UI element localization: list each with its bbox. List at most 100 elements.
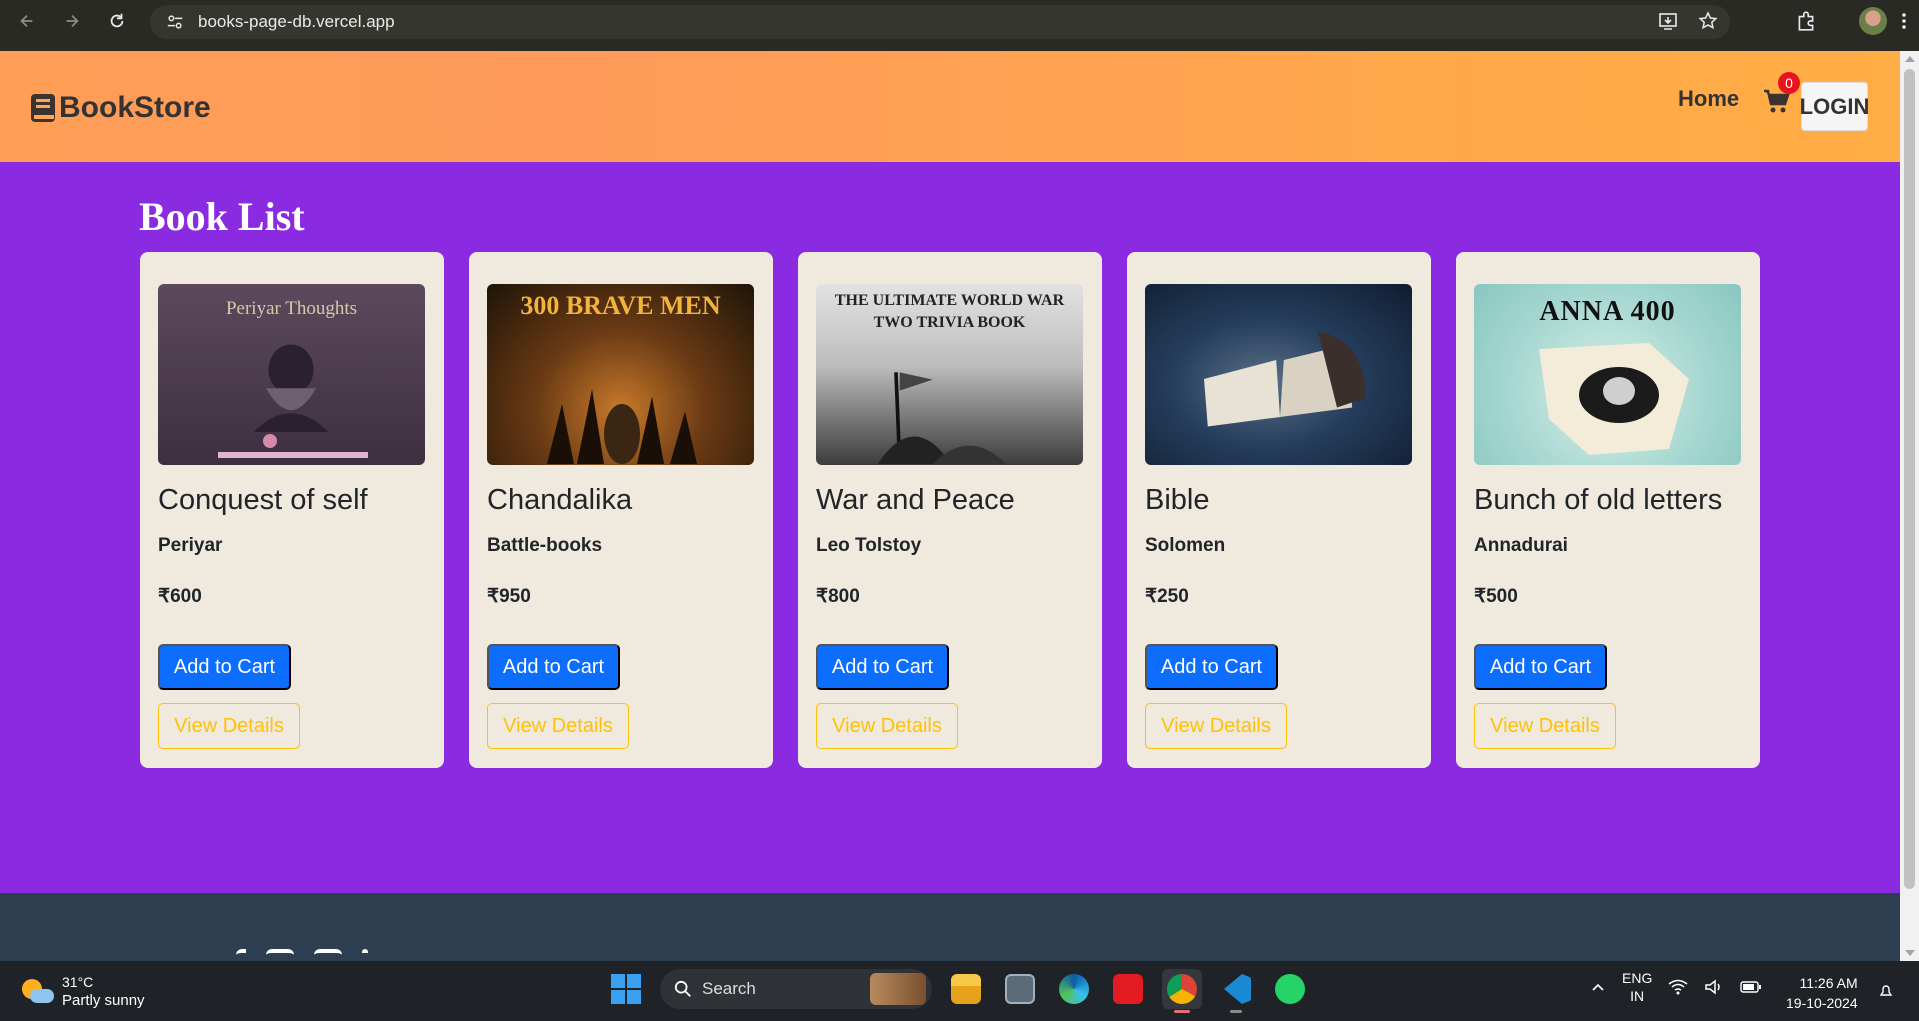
- book-price: ₹250: [1145, 586, 1189, 607]
- vscode-icon[interactable]: [1216, 969, 1256, 1013]
- book-title: Conquest of self: [158, 484, 368, 516]
- search-highlight-image: [870, 973, 926, 1005]
- taskbar-search[interactable]: Search: [660, 969, 932, 1009]
- page-scrollbar[interactable]: [1900, 51, 1919, 961]
- login-button[interactable]: LOGIN: [1800, 82, 1869, 131]
- book-cover-image[interactable]: [1145, 284, 1412, 465]
- book-author: Annadurai: [1474, 535, 1568, 556]
- book-card: Bible Solomen ₹250 Add to Cart View Deta…: [1127, 252, 1431, 768]
- linkedin-icon[interactable]: [362, 949, 368, 961]
- windows-taskbar: 31°C Partly sunny Search ENG IN 11:26 AM…: [0, 961, 1919, 1021]
- book-card: THE ULTIMATE WORLD WAR TWO TRIVIA BOOK W…: [798, 252, 1102, 768]
- view-details-button[interactable]: View Details: [1145, 703, 1287, 749]
- book-title: Bunch of old letters: [1474, 484, 1723, 516]
- book-cover-image[interactable]: Periyar Thoughts: [158, 284, 425, 465]
- view-details-button[interactable]: View Details: [158, 703, 300, 749]
- more-menu-icon[interactable]: [1901, 11, 1907, 31]
- battery-icon[interactable]: [1740, 981, 1762, 993]
- page-title: Book List: [139, 194, 305, 239]
- book-card: Periyar Thoughts Conquest of self Periya…: [140, 252, 444, 768]
- facebook-icon[interactable]: [236, 949, 246, 961]
- instagram-icon[interactable]: [314, 949, 342, 961]
- weather-widget[interactable]: 31°C Partly sunny: [20, 973, 145, 1011]
- book-list: Periyar Thoughts Conquest of self Periya…: [140, 252, 1760, 768]
- social-links: [236, 949, 368, 961]
- warrior-illustration: [547, 389, 697, 464]
- book-author: Periyar: [158, 535, 223, 556]
- book-author: Leo Tolstoy: [816, 535, 922, 556]
- cover-title-text: 300 BRAVE MEN: [520, 291, 721, 320]
- portrait-illustration: [253, 344, 329, 432]
- volume-icon[interactable]: [1704, 979, 1724, 995]
- scroll-down-icon[interactable]: [1905, 950, 1915, 956]
- cover-title-text: THE ULTIMATE WORLD WAR TWO TRIVIA BOOK: [834, 292, 1065, 331]
- open-bible-illustration: [1204, 331, 1366, 427]
- system-clock[interactable]: 11:26 AM 19-10-2024: [1786, 973, 1858, 1013]
- search-icon: [674, 980, 691, 997]
- browser-toolbar: books-page-db.vercel.app: [0, 0, 1919, 51]
- file-explorer-icon[interactable]: [946, 969, 986, 1009]
- add-to-cart-button[interactable]: Add to Cart: [487, 644, 620, 690]
- flag-raising-illustration: [877, 372, 1006, 464]
- book-cover-image[interactable]: ANNA 400: [1474, 284, 1741, 465]
- chrome-icon[interactable]: [1162, 969, 1202, 1013]
- forward-icon[interactable]: [50, 1, 94, 41]
- add-to-cart-button[interactable]: Add to Cart: [816, 644, 949, 690]
- book-author: Solomen: [1145, 535, 1226, 556]
- partly-sunny-icon: [20, 977, 54, 1007]
- site-footer: [0, 893, 1900, 961]
- language-indicator[interactable]: ENG IN: [1622, 969, 1652, 1005]
- book-title: Chandalika: [487, 484, 633, 516]
- view-details-button[interactable]: View Details: [487, 703, 629, 749]
- wifi-icon[interactable]: [1668, 979, 1688, 995]
- address-bar[interactable]: books-page-db.vercel.app: [150, 5, 1730, 39]
- cover-title-text: Periyar Thoughts: [225, 298, 358, 319]
- whatsapp-icon[interactable]: [1270, 969, 1310, 1009]
- page-viewport: BookStore Home 0 LOGIN Book List Periyar…: [0, 51, 1900, 961]
- url-text: books-page-db.vercel.app: [198, 12, 395, 31]
- bookmark-star-icon[interactable]: [1698, 11, 1718, 31]
- twitter-icon[interactable]: [266, 949, 294, 961]
- add-to-cart-button[interactable]: Add to Cart: [1145, 644, 1278, 690]
- weather-temperature: 31°C: [62, 974, 94, 990]
- book-price: ₹600: [158, 586, 202, 607]
- brand-logo[interactable]: BookStore: [30, 91, 211, 125]
- start-button[interactable]: [606, 969, 646, 1009]
- calculator-icon[interactable]: [1000, 969, 1040, 1009]
- site-info-icon[interactable]: [164, 11, 186, 33]
- edge-browser-icon[interactable]: [1054, 969, 1094, 1009]
- book-cover-image[interactable]: THE ULTIMATE WORLD WAR TWO TRIVIA BOOK: [816, 284, 1083, 465]
- view-details-button[interactable]: View Details: [816, 703, 958, 749]
- region-code: IN: [1630, 988, 1645, 1004]
- amd-software-icon[interactable]: [1108, 969, 1148, 1009]
- scrollbar-thumb[interactable]: [1904, 69, 1915, 889]
- book-title: War and Peace: [816, 484, 1015, 516]
- add-to-cart-button[interactable]: Add to Cart: [158, 644, 291, 690]
- book-cover-image[interactable]: 300 BRAVE MEN: [487, 284, 754, 465]
- book-author: Battle-books: [487, 535, 603, 556]
- language-code: ENG: [1622, 970, 1653, 986]
- book-icon: [31, 94, 55, 122]
- clock-date: 19-10-2024: [1786, 995, 1858, 1011]
- add-to-cart-button[interactable]: Add to Cart: [1474, 644, 1607, 690]
- cart-count-badge: 0: [1778, 72, 1800, 94]
- nav-home-link[interactable]: Home: [1678, 86, 1739, 112]
- extensions-icon[interactable]: [1795, 10, 1817, 32]
- map-portrait-illustration: [1539, 343, 1689, 455]
- search-placeholder: Search: [702, 979, 756, 998]
- notification-bell-icon[interactable]: [1878, 983, 1894, 999]
- site-header: BookStore Home 0 LOGIN: [0, 51, 1900, 162]
- book-card: 300 BRAVE MEN Chandalika Battle-books ₹9…: [469, 252, 773, 768]
- profile-avatar[interactable]: [1859, 7, 1887, 35]
- brand-name: BookStore: [59, 91, 211, 124]
- chevron-up-icon[interactable]: [1590, 979, 1606, 995]
- scroll-up-icon[interactable]: [1905, 56, 1915, 62]
- system-tray: ENG IN: [1590, 969, 1762, 1005]
- back-icon[interactable]: [5, 1, 49, 41]
- install-app-icon[interactable]: [1658, 11, 1678, 31]
- view-details-button[interactable]: View Details: [1474, 703, 1616, 749]
- reload-icon[interactable]: [95, 1, 139, 41]
- weather-description: Partly sunny: [62, 992, 145, 1009]
- book-title: Bible: [1145, 484, 1210, 516]
- book-price: ₹500: [1474, 586, 1518, 607]
